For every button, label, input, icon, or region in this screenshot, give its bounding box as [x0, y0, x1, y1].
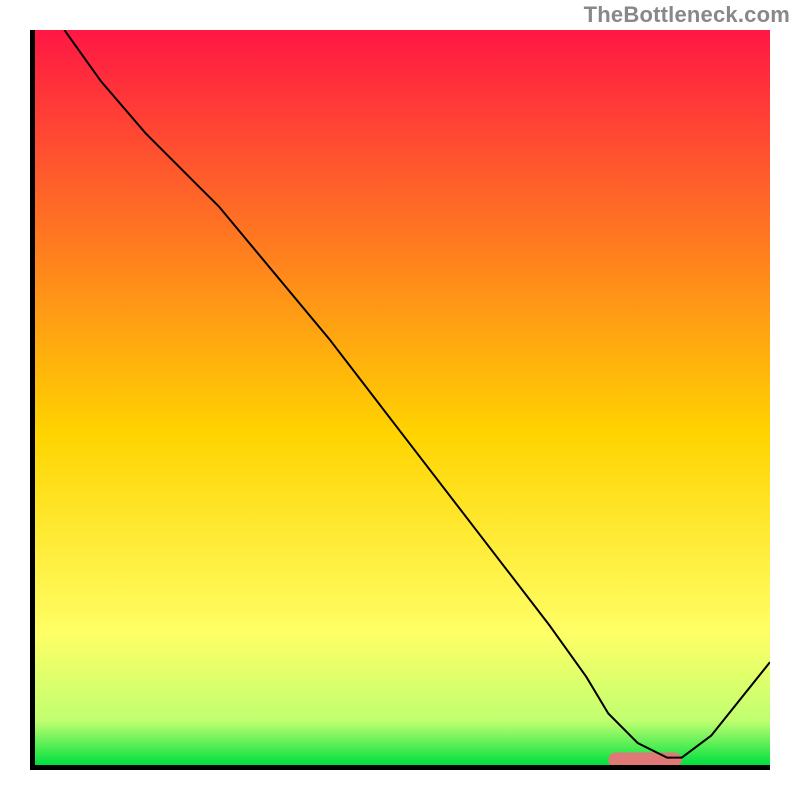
chart-container: TheBottleneck.com [0, 0, 800, 800]
axis-frame [30, 30, 770, 770]
watermark-text: TheBottleneck.com [584, 2, 790, 28]
